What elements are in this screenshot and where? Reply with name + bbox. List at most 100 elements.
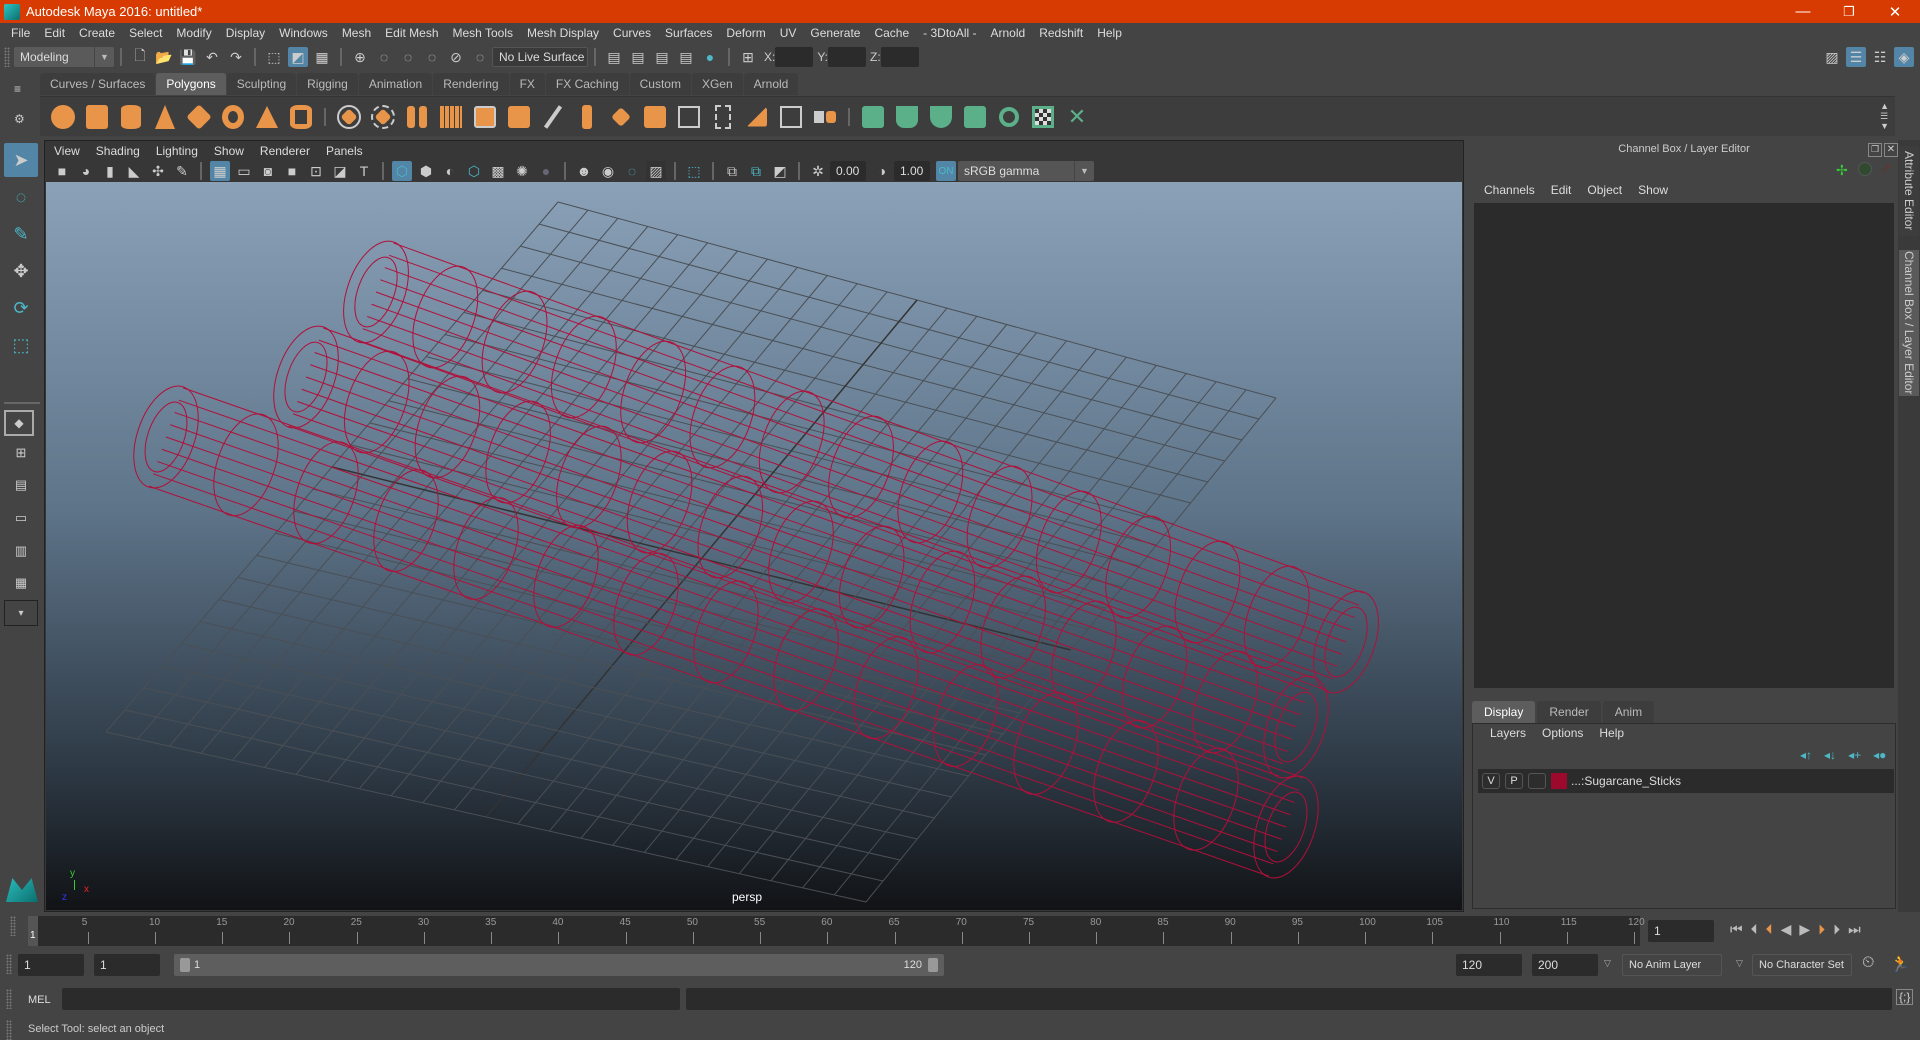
layout-single-pane-icon[interactable]: ◆ (4, 410, 34, 436)
color-space-dropdown[interactable]: sRGB gamma ▼ (958, 161, 1094, 181)
time-slider[interactable]: 1 5 10 15 20 25 30 35 40 45 50 55 60 65 70 75 80 85 90 95 1… (28, 916, 1645, 946)
command-input[interactable] (62, 988, 680, 1010)
character-set-arrow-icon[interactable]: ▽ (1736, 958, 1743, 969)
uv-spherical-icon[interactable] (927, 103, 955, 131)
layout-four-pane-icon[interactable]: ⊞ (4, 439, 38, 467)
menu-deform[interactable]: Deform (726, 26, 765, 40)
viewport-menu-lighting[interactable]: Lighting (156, 144, 198, 158)
boolean-icon[interactable] (505, 103, 533, 131)
ambient-occlusion-icon[interactable]: ☻ (574, 161, 594, 181)
field-chart-icon[interactable]: ⊡ (306, 161, 326, 181)
select-hierarchy-icon[interactable]: ⬚ (264, 47, 284, 67)
hyper-icon[interactable]: ↗ (1880, 160, 1892, 177)
tab-channel-box-layer-editor[interactable]: Channel Box / Layer Editor (1899, 250, 1919, 396)
viewport-menu-view[interactable]: View (54, 144, 80, 158)
go-to-start-icon[interactable]: ⏮ (1730, 921, 1743, 938)
new-scene-icon[interactable]: 🗋 (130, 47, 150, 67)
restore-button[interactable]: ❐ (1826, 0, 1872, 23)
xray-joints-icon[interactable]: ⧉ (722, 161, 742, 181)
offset-edge-loop-icon[interactable] (777, 103, 805, 131)
range-end-handle[interactable] (928, 958, 938, 972)
resolution-gate-icon[interactable]: ◙ (258, 161, 278, 181)
extrude-icon[interactable] (607, 103, 635, 131)
shelf-tab-fx-caching[interactable]: FX Caching (545, 73, 629, 95)
bevel-icon[interactable] (539, 103, 567, 131)
uv-automatic-icon[interactable] (961, 103, 989, 131)
safe-title-icon[interactable]: T (354, 161, 374, 181)
le-menu-layers[interactable]: Layers (1490, 726, 1526, 740)
script-editor-icon[interactable]: {;} (1896, 989, 1914, 1005)
snap-live-icon[interactable]: ⊘ (446, 47, 466, 67)
menu-3dtoall[interactable]: - 3DtoAll - (923, 26, 976, 40)
target-weld-icon[interactable] (709, 103, 737, 131)
menu-uv[interactable]: UV (780, 26, 797, 40)
viewport-menu-panels[interactable]: Panels (326, 144, 363, 158)
close-panel-button[interactable]: ✕ (1884, 143, 1898, 157)
live-surface-field[interactable]: No Live Surface (492, 47, 588, 67)
smooth-shade-icon[interactable]: ⬢ (416, 161, 436, 181)
render-setup-icon[interactable]: ▤ (604, 47, 624, 67)
xray-active-icon[interactable]: ⧉ (746, 161, 766, 181)
poly-pyramid-icon[interactable] (253, 103, 281, 131)
mirror-icon[interactable] (403, 103, 431, 131)
undo-icon[interactable]: ↶ (202, 47, 222, 67)
anim-layer-arrow-icon[interactable]: ▽ (1604, 958, 1611, 969)
open-scene-icon[interactable]: 📂 (154, 47, 174, 67)
command-language-label[interactable]: MEL (28, 994, 51, 1006)
shelf-tab-xgen[interactable]: XGen (691, 73, 743, 95)
layer-color-swatch[interactable] (1551, 773, 1567, 789)
lights-icon[interactable]: ✺ (512, 161, 532, 181)
grid-icon[interactable]: ▦ (210, 161, 230, 181)
exposure-icon[interactable]: ✲ (808, 161, 828, 181)
play-forwards-icon[interactable]: ▶ (1799, 921, 1810, 938)
lasso-tool-icon[interactable]: ◌ (4, 180, 38, 214)
step-forward-key-icon[interactable]: ⏵ (1818, 921, 1825, 938)
combine-icon[interactable] (335, 103, 363, 131)
anim-layer-dropdown[interactable]: No Anim Layer (1622, 954, 1722, 976)
layout-custom-dropdown[interactable]: ▾ (4, 600, 38, 626)
wireframe-on-shaded-icon[interactable]: ◐ (440, 161, 460, 181)
uv-planar-icon[interactable] (859, 103, 887, 131)
cb-menu-channels[interactable]: Channels (1484, 183, 1535, 197)
viewport-menu-show[interactable]: Show (214, 144, 244, 158)
menuset-dropdown[interactable]: Modeling ▼ (14, 47, 114, 67)
character-set-dropdown[interactable]: No Character Set (1752, 954, 1852, 976)
gate-mask-icon[interactable]: ■ (282, 161, 302, 181)
anti-aliasing-icon[interactable]: ◌ (622, 161, 642, 181)
uv-editor-icon[interactable] (1029, 103, 1057, 131)
shelf-tab-polygons[interactable]: Polygons (156, 73, 226, 95)
uv-unfold-icon[interactable]: ✕ (1063, 103, 1091, 131)
connect-icon[interactable] (743, 103, 771, 131)
tool-settings-icon[interactable]: ☷ (1870, 47, 1890, 67)
auto-key-icon[interactable]: ⏲ (1862, 954, 1874, 972)
shelf-menu-icon[interactable]: ≡ (14, 82, 21, 96)
new-layer-selected-icon[interactable]: ◂● (1873, 748, 1886, 762)
scale-tool-icon[interactable]: ⬚ (4, 328, 38, 362)
extract-icon[interactable] (471, 103, 499, 131)
rotate-tool-icon[interactable]: ⟳ (4, 291, 38, 325)
uv-contour-icon[interactable] (995, 103, 1023, 131)
shelf-tab-rigging[interactable]: Rigging (297, 73, 358, 95)
paint-select-tool-icon[interactable]: ✎ (4, 217, 38, 251)
layer-name[interactable]: ...:Sugarcane_Sticks (1571, 774, 1681, 788)
playback-start-input[interactable]: 1 (94, 954, 160, 976)
go-to-end-icon[interactable]: ⏭ (1848, 921, 1861, 938)
isolate-select-icon[interactable]: ⬚ (684, 161, 704, 181)
menu-modify[interactable]: Modify (176, 26, 211, 40)
tab-attribute-editor[interactable]: Attribute Editor (1899, 146, 1919, 236)
layout-hypershade-persp-icon[interactable]: ▥ (4, 536, 38, 566)
cb-menu-object[interactable]: Object (1587, 183, 1622, 197)
modeling-toolkit-icon[interactable]: ▨ (1822, 47, 1842, 67)
save-scene-icon[interactable]: 💾 (178, 47, 198, 67)
safe-action-icon[interactable]: ◪ (330, 161, 350, 181)
multi-cut-icon[interactable] (675, 103, 703, 131)
layer-visibility-toggle[interactable]: V (1482, 773, 1500, 789)
y-coord-input[interactable] (828, 47, 867, 67)
menu-arnold[interactable]: Arnold (991, 26, 1026, 40)
shadows-icon[interactable]: ● (536, 161, 556, 181)
current-frame-input[interactable]: 1 (1648, 920, 1714, 942)
step-back-key-icon[interactable]: ⏴ (1766, 921, 1773, 938)
wireframe-icon[interactable]: ⬡ (392, 161, 412, 181)
redo-icon[interactable]: ↷ (226, 47, 246, 67)
layer-playback-toggle[interactable]: P (1505, 773, 1523, 789)
